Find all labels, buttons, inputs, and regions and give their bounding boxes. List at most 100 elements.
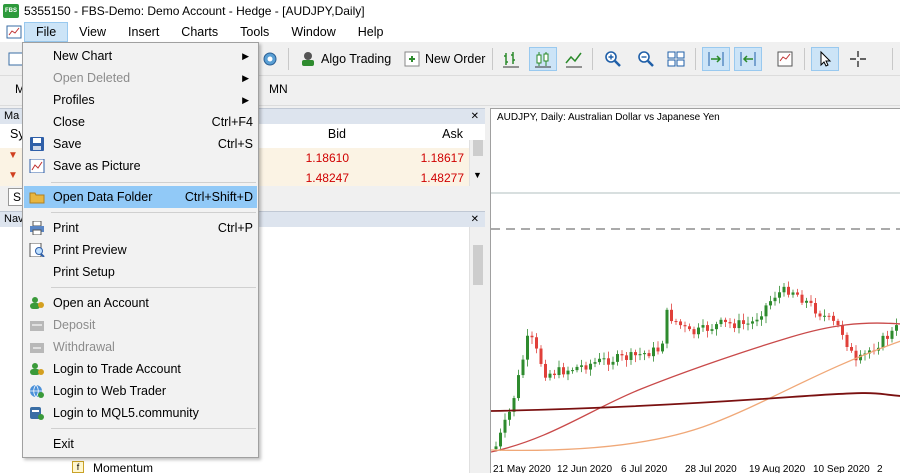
ask-column-header[interactable]: Ask [380, 124, 463, 144]
menu-help[interactable]: Help [347, 22, 395, 42]
menu-item-shortcut: Ctrl+P [217, 221, 253, 235]
menu-file[interactable]: File [24, 22, 69, 42]
candle-body [539, 348, 543, 364]
candle-body [710, 329, 714, 331]
candle-body [841, 325, 844, 335]
templates-icon[interactable] [772, 47, 798, 71]
menu-item-print-setup[interactable]: Print Setup [24, 261, 257, 283]
menu-item-label: Open Data Folder [53, 190, 153, 204]
candle-body [670, 309, 673, 322]
candle-body [769, 301, 772, 306]
close-icon[interactable]: ✕ [471, 212, 479, 227]
algo-trading-button[interactable]: Algo Trading [296, 47, 394, 71]
menu-item-login-to-mql5[interactable]: Login to MQL5.community [24, 402, 257, 424]
candle-body [764, 305, 768, 317]
chart-window[interactable]: AUDJPY, Daily: Australian Dollar vs Japa… [490, 108, 900, 473]
candle-body [818, 313, 822, 317]
menu-insert[interactable]: Insert [117, 22, 170, 42]
market-watch-title: Ma [4, 110, 20, 122]
menu-view[interactable]: View [68, 22, 117, 42]
menu-item-save[interactable]: Save Ctrl+S [24, 133, 257, 155]
line-chart-icon[interactable] [561, 47, 587, 71]
timeframe-mn[interactable]: MN [269, 82, 288, 96]
scrollbar-thumb[interactable] [473, 140, 483, 156]
submenu-arrow-icon: ▶ [242, 94, 249, 105]
candle-body [638, 354, 642, 356]
candle-body [836, 320, 840, 326]
algo-trading-icon [302, 52, 314, 66]
toolbar-separator [492, 48, 493, 70]
menu-charts[interactable]: Charts [170, 22, 229, 42]
tile-windows-icon[interactable] [663, 47, 689, 71]
zoom-out-icon[interactable] [633, 47, 659, 71]
candle-body [751, 321, 754, 324]
candle-body [584, 365, 588, 370]
menu-item-label: Login to Web Trader [53, 384, 167, 398]
candle-body [701, 325, 705, 328]
candle-body [724, 319, 727, 323]
candle-body [679, 321, 682, 326]
candle-body [575, 366, 579, 371]
menu-item-login-to-web-trader[interactable]: Login to Web Trader [24, 380, 257, 402]
new-order-button[interactable]: New Order [400, 47, 488, 71]
navigator-item-momentum[interactable]: Momentum [93, 461, 153, 473]
new-order-icon [404, 51, 420, 67]
menu-item-shortcut: Ctrl+Shift+D [184, 190, 253, 204]
candle-body [809, 300, 813, 303]
menu-item-login-to-trade-account[interactable]: Login to Trade Account [24, 358, 257, 380]
candle-body [778, 292, 781, 298]
x-axis-label: 19 Aug 2020 [749, 464, 806, 473]
menu-item-exit[interactable]: Exit [24, 433, 257, 455]
bid-column-header[interactable]: Bid [280, 124, 346, 144]
mdi-window-icon[interactable] [4, 23, 24, 41]
menu-item-label: Withdrawal [53, 340, 115, 354]
menu-item-print[interactable]: Print Ctrl+P [24, 217, 257, 239]
scroll-down-icon[interactable]: ▼ [473, 170, 482, 180]
x-axis-label: 10 Sep 2020 [813, 464, 870, 473]
candle-body [895, 325, 898, 331]
submenu-arrow-icon: ▶ [242, 72, 249, 83]
window-title: 5355150 - FBS-Demo: Demo Account - Hedge… [24, 4, 365, 18]
candle-body [647, 353, 651, 357]
menu-window[interactable]: Window [280, 22, 346, 42]
candle-body [755, 319, 759, 322]
scrollbar-thumb[interactable] [473, 245, 483, 285]
x-axis-label: 6 Jul 2020 [621, 464, 668, 473]
candle-body [616, 354, 619, 362]
printer-icon [30, 221, 44, 235]
bar-chart-icon[interactable] [498, 47, 524, 71]
crosshair-icon[interactable] [845, 47, 871, 71]
menu-item-print-preview[interactable]: Print Preview [24, 239, 257, 261]
menu-item-label: Exit [53, 437, 74, 451]
menu-tools[interactable]: Tools [229, 22, 280, 42]
market-watch-scrollbar[interactable]: ▼ [469, 140, 485, 186]
cursor-icon[interactable] [811, 47, 839, 71]
navigator-scrollbar[interactable] [469, 227, 485, 473]
candle-body [715, 324, 718, 330]
bid-cell: 1.48247 [305, 171, 349, 185]
close-icon[interactable]: ✕ [471, 109, 479, 124]
candlestick-chart-icon[interactable] [529, 47, 557, 71]
menu-item-label: Close [53, 115, 85, 129]
auto-scroll-icon[interactable] [702, 47, 730, 71]
menu-item-profiles[interactable]: Profiles ▶ [24, 89, 257, 111]
candle-body [827, 315, 831, 317]
menu-item-close[interactable]: Close Ctrl+F4 [24, 111, 257, 133]
menu-item-save-as-picture[interactable]: Save as Picture [24, 155, 257, 177]
candle-body [652, 347, 655, 357]
menu-item-new-chart[interactable]: New Chart ▶ [24, 45, 257, 67]
down-arrow-icon: ▼ [8, 150, 18, 161]
chart-shift-icon[interactable] [734, 47, 762, 71]
menu-item-open-an-account[interactable]: Open an Account [24, 292, 257, 314]
menu-separator [51, 212, 256, 213]
menu-item-open-data-folder[interactable]: Open Data Folder Ctrl+Shift+D [24, 186, 257, 208]
x-axis-label: 21 May 2020 [493, 464, 551, 473]
candle-body [688, 326, 691, 330]
candle-body [737, 320, 741, 329]
menu-item-label: Login to Trade Account [53, 362, 181, 376]
price-chart [491, 192, 900, 453]
menu-item-label: Login to MQL5.community [53, 406, 199, 420]
zoom-in-icon[interactable] [600, 47, 626, 71]
menu-item-withdrawal: Withdrawal [24, 336, 257, 358]
market-watch-icon[interactable] [258, 47, 282, 71]
